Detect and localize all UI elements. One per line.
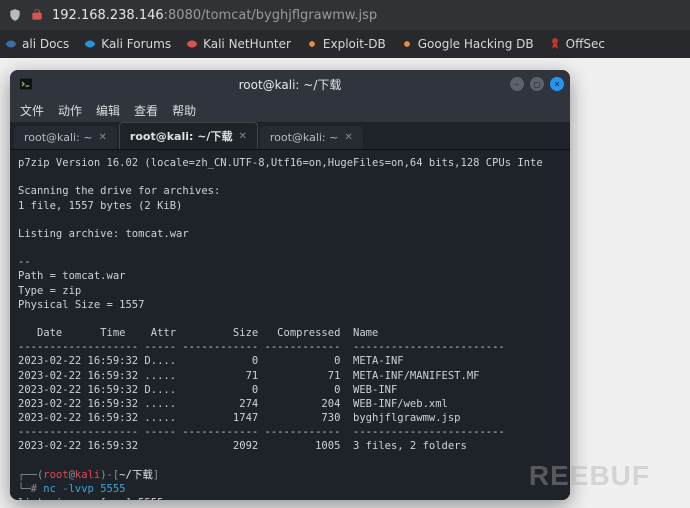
term-line: 1 file, 1557 bytes (2 KiB) xyxy=(18,200,182,212)
menubar: 文件 动作 编辑 查看 帮助 xyxy=(10,98,570,122)
term-line: Path = tomcat.war xyxy=(18,270,125,282)
bookmark-label: Google Hacking DB xyxy=(418,37,534,51)
menu-file[interactable]: 文件 xyxy=(20,102,44,119)
bookmark-nethunter[interactable]: Kali NetHunter xyxy=(185,37,291,51)
menu-help[interactable]: 帮助 xyxy=(172,102,196,119)
menu-edit[interactable]: 编辑 xyxy=(96,102,120,119)
term-line: Listing archive: tomcat.war xyxy=(18,228,189,240)
term-line: -- xyxy=(18,256,31,268)
bookmark-label: ali Docs xyxy=(22,37,69,51)
prompt-user: root xyxy=(43,469,68,481)
bookmark-exploitdb[interactable]: Exploit-DB xyxy=(305,37,386,51)
term-line: p7zip Version 16.02 (locale=zh_CN.UTF-8,… xyxy=(18,157,543,169)
term-line: listening on [any] 5555 ... xyxy=(18,497,189,500)
listing-row: 2023-02-22 16:59:32 ..... 274 204 WEB-IN… xyxy=(18,398,448,410)
url-text[interactable]: 192.168.238.146:8080/tomcat/byghjflgrawm… xyxy=(52,8,377,23)
menu-view[interactable]: 查看 xyxy=(134,102,158,119)
close-icon[interactable]: ✕ xyxy=(344,132,352,143)
bookmark-label: Kali Forums xyxy=(101,37,171,51)
close-button[interactable]: ✕ xyxy=(550,77,564,91)
terminal-window: root@kali: ~/下载 ‒ ◻ ✕ 文件 动作 编辑 查看 帮助 roo… xyxy=(10,70,570,500)
bookmark-kali-docs[interactable]: ali Docs xyxy=(4,37,69,51)
prompt-sep: )-[ xyxy=(100,469,119,481)
bug-icon xyxy=(305,37,319,51)
prompt-hash: └─# xyxy=(18,483,43,495)
bookmark-ghdb[interactable]: Google Hacking DB xyxy=(400,37,534,51)
url-path: :8080/tomcat/byghjflgrawmw.jsp xyxy=(164,8,377,23)
maximize-button[interactable]: ◻ xyxy=(530,77,544,91)
minimize-button[interactable]: ‒ xyxy=(510,77,524,91)
tab-label: root@kali: ~/下载 xyxy=(130,128,233,144)
prompt-path: ~/下载 xyxy=(119,469,153,481)
dragon-icon xyxy=(4,37,18,51)
ribbon-icon xyxy=(548,37,562,51)
close-icon[interactable]: ✕ xyxy=(238,131,246,142)
window-titlebar[interactable]: root@kali: ~/下载 ‒ ◻ ✕ xyxy=(10,70,570,98)
listing-row: 2023-02-22 16:59:32 D.... 0 0 WEB-INF xyxy=(18,384,397,396)
lock-broken-icon xyxy=(30,8,44,22)
prompt-lead: ┌──( xyxy=(18,469,43,481)
url-host: 192.168.238.146 xyxy=(52,8,164,23)
dragon-icon xyxy=(83,37,97,51)
close-icon[interactable]: ✕ xyxy=(99,132,107,143)
bookmark-kali-forums[interactable]: Kali Forums xyxy=(83,37,171,51)
browser-url-bar: 192.168.238.146:8080/tomcat/byghjflgrawm… xyxy=(0,0,690,30)
bookmark-label: OffSec xyxy=(566,37,605,51)
prompt-close: ] xyxy=(153,469,159,481)
listing-row: 2023-02-22 16:59:32 ..... 71 71 META-INF… xyxy=(18,370,479,382)
term-line: Physical Size = 1557 xyxy=(18,299,144,311)
bug-icon xyxy=(400,37,414,51)
terminal-icon xyxy=(18,76,34,92)
prompt-host: kali xyxy=(75,469,100,481)
bookmarks-bar: ali Docs Kali Forums Kali NetHunter Expl… xyxy=(0,30,690,58)
tab-strip: root@kali: ~ ✕ root@kali: ~/下载 ✕ root@ka… xyxy=(10,122,570,150)
tab-label: root@kali: ~ xyxy=(24,131,93,144)
listing-footer: 2023-02-22 16:59:32 2092 1005 3 files, 2… xyxy=(18,440,467,452)
bookmark-label: Kali NetHunter xyxy=(203,37,291,51)
terminal-output[interactable]: p7zip Version 16.02 (locale=zh_CN.UTF-8,… xyxy=(10,150,570,500)
listing-row: 2023-02-22 16:59:32 D.... 0 0 META-INF xyxy=(18,355,404,367)
terminal-tab[interactable]: root@kali: ~/下载 ✕ xyxy=(119,122,258,149)
shield-icon xyxy=(8,8,22,22)
listing-row: 2023-02-22 16:59:32 ..... 1747 730 byghj… xyxy=(18,412,461,424)
term-line: Scanning the drive for archives: xyxy=(18,185,220,197)
dragon-icon xyxy=(185,37,199,51)
terminal-tab[interactable]: root@kali: ~ ✕ xyxy=(260,126,363,149)
terminal-tab[interactable]: root@kali: ~ ✕ xyxy=(14,126,117,149)
listing-header: Date Time Attr Size Compressed Name xyxy=(18,327,378,339)
bookmark-offsec[interactable]: OffSec xyxy=(548,37,605,51)
window-controls: ‒ ◻ ✕ xyxy=(510,77,564,91)
bookmark-label: Exploit-DB xyxy=(323,37,386,51)
window-title: root@kali: ~/下载 xyxy=(239,76,342,93)
menu-action[interactable]: 动作 xyxy=(58,102,82,119)
command: nc -lvvp 5555 xyxy=(43,483,125,495)
term-line: Type = zip xyxy=(18,285,81,297)
tab-label: root@kali: ~ xyxy=(270,131,339,144)
